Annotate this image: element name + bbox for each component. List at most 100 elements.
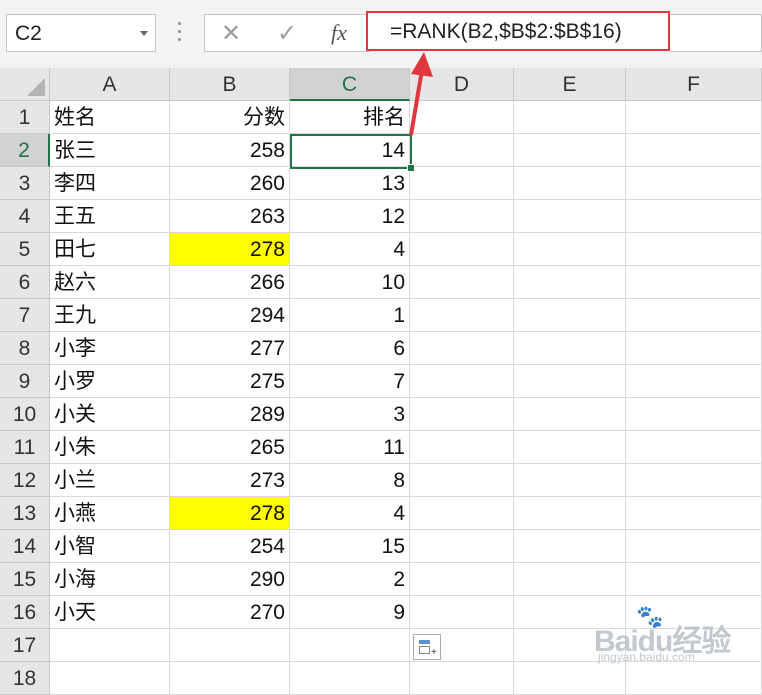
cell-d18[interactable] [410, 662, 514, 695]
cell-a13[interactable]: 小燕 [50, 497, 170, 530]
column-header-e[interactable]: E [514, 68, 626, 101]
cell-c13[interactable]: 4 [290, 497, 410, 530]
cell-e12[interactable] [514, 464, 626, 497]
cell-c16[interactable]: 9 [290, 596, 410, 629]
cell-d10[interactable] [410, 398, 514, 431]
cell-e10[interactable] [514, 398, 626, 431]
cell-e2[interactable] [514, 134, 626, 167]
row-header-7[interactable]: 7 [0, 299, 50, 332]
cell-f8[interactable] [626, 332, 762, 365]
cell-b7[interactable]: 294 [170, 299, 290, 332]
row-header-16[interactable]: 16 [0, 596, 50, 629]
cell-f3[interactable] [626, 167, 762, 200]
cell-e1[interactable] [514, 101, 626, 134]
cell-c14[interactable]: 15 [290, 530, 410, 563]
cell-a4[interactable]: 王五 [50, 200, 170, 233]
cell-a16[interactable]: 小天 [50, 596, 170, 629]
cell-d6[interactable] [410, 266, 514, 299]
cell-d5[interactable] [410, 233, 514, 266]
row-header-2[interactable]: 2 [0, 134, 50, 167]
cell-a14[interactable]: 小智 [50, 530, 170, 563]
cell-b16[interactable]: 270 [170, 596, 290, 629]
row-header-10[interactable]: 10 [0, 398, 50, 431]
cell-a9[interactable]: 小罗 [50, 365, 170, 398]
cell-a10[interactable]: 小关 [50, 398, 170, 431]
cell-b11[interactable]: 265 [170, 431, 290, 464]
cell-f6[interactable] [626, 266, 762, 299]
cell-a3[interactable]: 李四 [50, 167, 170, 200]
cell-c11[interactable]: 11 [290, 431, 410, 464]
cell-f1[interactable] [626, 101, 762, 134]
cell-d15[interactable] [410, 563, 514, 596]
cell-b9[interactable]: 275 [170, 365, 290, 398]
cell-b5[interactable]: 278 [170, 233, 290, 266]
cell-a15[interactable]: 小海 [50, 563, 170, 596]
cell-b1[interactable]: 分数 [170, 101, 290, 134]
cell-b15[interactable]: 290 [170, 563, 290, 596]
row-header-6[interactable]: 6 [0, 266, 50, 299]
row-header-11[interactable]: 11 [0, 431, 50, 464]
cell-c5[interactable]: 4 [290, 233, 410, 266]
cell-c17[interactable] [290, 629, 410, 662]
cell-e6[interactable] [514, 266, 626, 299]
cell-a5[interactable]: 田七 [50, 233, 170, 266]
cell-a11[interactable]: 小朱 [50, 431, 170, 464]
column-header-d[interactable]: D [410, 68, 514, 101]
cell-b3[interactable]: 260 [170, 167, 290, 200]
cell-d13[interactable] [410, 497, 514, 530]
row-header-5[interactable]: 5 [0, 233, 50, 266]
cell-f5[interactable] [626, 233, 762, 266]
row-header-13[interactable]: 13 [0, 497, 50, 530]
cell-f13[interactable] [626, 497, 762, 530]
cell-d1[interactable] [410, 101, 514, 134]
cell-e9[interactable] [514, 365, 626, 398]
cell-b14[interactable]: 254 [170, 530, 290, 563]
row-header-1[interactable]: 1 [0, 101, 50, 134]
cell-e14[interactable] [514, 530, 626, 563]
cell-e8[interactable] [514, 332, 626, 365]
cell-f14[interactable] [626, 530, 762, 563]
cell-b12[interactable]: 273 [170, 464, 290, 497]
chevron-down-icon[interactable] [140, 31, 148, 36]
cell-e13[interactable] [514, 497, 626, 530]
cell-b6[interactable]: 266 [170, 266, 290, 299]
cell-e7[interactable] [514, 299, 626, 332]
row-header-14[interactable]: 14 [0, 530, 50, 563]
cell-a6[interactable]: 赵六 [50, 266, 170, 299]
row-header-8[interactable]: 8 [0, 332, 50, 365]
cell-a8[interactable]: 小李 [50, 332, 170, 365]
cell-c2[interactable]: 14 [290, 134, 410, 167]
cell-e4[interactable] [514, 200, 626, 233]
column-header-a[interactable]: A [50, 68, 170, 101]
cell-c1[interactable]: 排名 [290, 101, 410, 134]
row-header-4[interactable]: 4 [0, 200, 50, 233]
cell-d3[interactable] [410, 167, 514, 200]
column-header-b[interactable]: B [170, 68, 290, 101]
cell-e18[interactable] [514, 662, 626, 695]
cell-f10[interactable] [626, 398, 762, 431]
cell-f12[interactable] [626, 464, 762, 497]
cell-c12[interactable]: 8 [290, 464, 410, 497]
row-header-9[interactable]: 9 [0, 365, 50, 398]
cell-e15[interactable] [514, 563, 626, 596]
cell-c7[interactable]: 1 [290, 299, 410, 332]
formula-input[interactable]: =RANK(B2,$B$2:$B$16) [366, 11, 670, 51]
cell-b13[interactable]: 278 [170, 497, 290, 530]
cell-b17[interactable] [170, 629, 290, 662]
cell-a7[interactable]: 王九 [50, 299, 170, 332]
cell-f4[interactable] [626, 200, 762, 233]
column-header-f[interactable]: F [626, 68, 762, 101]
cell-b2[interactable]: 258 [170, 134, 290, 167]
insert-function-icon[interactable]: fx [331, 20, 347, 46]
cell-d2[interactable] [410, 134, 514, 167]
cell-d9[interactable] [410, 365, 514, 398]
fill-handle[interactable] [407, 164, 415, 172]
cell-e11[interactable] [514, 431, 626, 464]
row-header-3[interactable]: 3 [0, 167, 50, 200]
cell-f2[interactable] [626, 134, 762, 167]
cell-f9[interactable] [626, 365, 762, 398]
row-header-17[interactable]: 17 [0, 629, 50, 662]
cell-d8[interactable] [410, 332, 514, 365]
cell-a18[interactable] [50, 662, 170, 695]
autofill-options-button[interactable]: + [413, 634, 441, 660]
